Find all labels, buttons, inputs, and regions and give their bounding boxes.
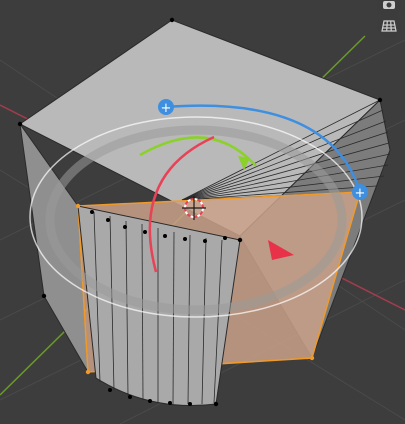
camera-icon: [381, 0, 397, 12]
svg-text:+: +: [161, 101, 172, 116]
viewport-canvas[interactable]: + +: [0, 0, 405, 424]
grid-view-icon: [381, 18, 397, 34]
grid-view-button[interactable]: [377, 14, 401, 38]
mesh-object[interactable]: [19, 19, 391, 406]
3d-viewport[interactable]: + +: [0, 0, 405, 424]
svg-text:+: +: [355, 186, 366, 201]
